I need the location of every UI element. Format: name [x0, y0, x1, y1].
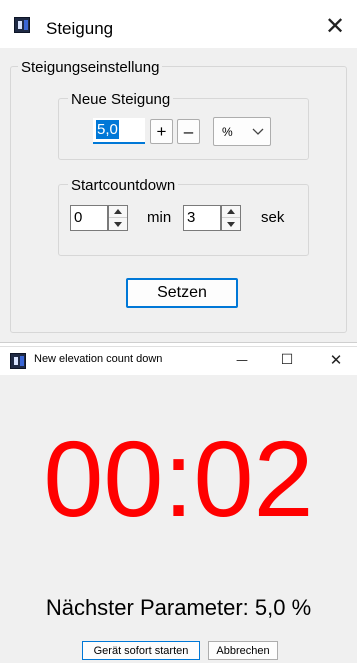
chevron-down-icon — [252, 128, 264, 135]
close-icon[interactable]: ✕ — [318, 347, 354, 373]
slope-value-input[interactable]: 5,0 — [93, 118, 145, 144]
cancel-button[interactable]: Abbrechen — [208, 641, 278, 660]
title-bar[interactable]: New elevation count down — ☐ ✕ — [0, 347, 357, 375]
minutes-unit-label: min — [147, 209, 172, 226]
minimize-icon[interactable]: — — [224, 347, 260, 373]
increase-slope-button[interactable]: + — [150, 119, 173, 144]
start-countdown-label: Startcountdown — [68, 177, 179, 195]
seconds-unit-label: sek — [261, 209, 285, 226]
app-icon — [10, 353, 26, 369]
close-icon[interactable]: ✕ — [313, 8, 357, 44]
seconds-input[interactable]: 3 — [183, 205, 221, 231]
set-button[interactable]: Setzen — [126, 278, 238, 308]
minutes-spinner[interactable] — [108, 205, 128, 231]
seconds-up-icon[interactable] — [222, 206, 240, 218]
slope-value-text: 5,0 — [96, 120, 119, 139]
unit-select-value: % — [222, 124, 233, 139]
window-title: New elevation count down — [34, 353, 163, 365]
new-slope-label: Neue Steigung — [68, 91, 174, 109]
seconds-down-icon[interactable] — [222, 218, 240, 230]
app-icon — [14, 17, 30, 33]
window-title: Steigung — [46, 19, 114, 38]
maximize-icon[interactable]: ☐ — [269, 347, 305, 373]
minutes-input[interactable]: 0 — [70, 205, 108, 231]
minutes-up-icon[interactable] — [109, 206, 127, 218]
unit-select[interactable]: % — [213, 117, 271, 146]
decrease-slope-button[interactable]: – — [177, 119, 200, 144]
minutes-down-icon[interactable] — [109, 218, 127, 230]
title-bar[interactable]: Steigung ✕ — [0, 0, 357, 48]
seconds-spinner[interactable] — [221, 205, 241, 231]
countdown-timer: 00:02 — [43, 418, 314, 539]
start-device-now-button[interactable]: Gerät sofort starten — [82, 641, 200, 660]
next-parameter-text: Nächster Parameter: 5,0 % — [45, 595, 312, 620]
countdown-window: New elevation count down — ☐ ✕ 00:02 Näc… — [0, 346, 357, 663]
slope-dialog: Steigung ✕ Steigungseinstellung Neue Ste… — [0, 0, 357, 343]
slope-settings-label: Steigungseinstellung — [18, 59, 163, 77]
